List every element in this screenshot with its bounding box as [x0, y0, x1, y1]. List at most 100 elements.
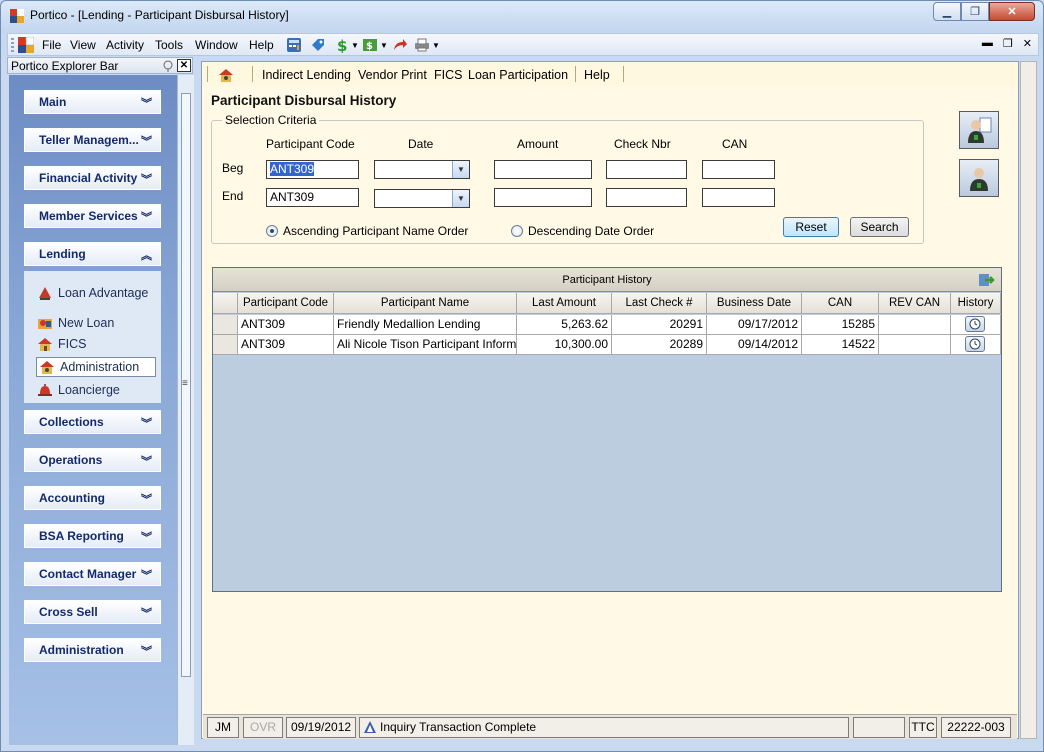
minimize-button[interactable]: ▁ — [933, 2, 961, 21]
export-icon[interactable] — [977, 271, 995, 289]
menu-activity[interactable]: Activity — [106, 38, 144, 52]
pin-icon[interactable] — [162, 60, 174, 72]
column-header-participant-name[interactable]: Participant Name — [334, 293, 517, 314]
menu-help[interactable]: Help — [249, 38, 274, 52]
column-header-last-amount[interactable]: Last Amount — [517, 293, 612, 314]
menu-window[interactable]: Window — [195, 38, 238, 52]
cell-last-check[interactable]: 20291 — [612, 315, 707, 335]
row-selector[interactable] — [213, 335, 238, 355]
beg-can-input[interactable] — [702, 160, 775, 179]
end-can-input[interactable] — [702, 188, 775, 207]
participant-detail-button[interactable] — [959, 111, 999, 149]
beg-participant-code-input[interactable]: ANT309 — [266, 160, 359, 179]
menu-file[interactable]: File — [42, 38, 61, 52]
close-button[interactable]: ✕ — [989, 2, 1035, 21]
calculator-icon[interactable] — [286, 37, 302, 53]
category-cross-sell[interactable]: Cross Sell ︾ — [24, 600, 161, 624]
participant-button[interactable] — [959, 159, 999, 197]
cell-participant-code[interactable]: ANT309 — [238, 335, 334, 355]
cell-participant-name[interactable]: Ali Nicole Tison Participant Inform — [334, 335, 517, 355]
restore-button[interactable]: ❐ — [961, 2, 989, 21]
category-main[interactable]: Main ︾ — [24, 90, 161, 114]
beg-date-select[interactable]: ▼ — [374, 160, 470, 179]
mdi-close-button[interactable]: ✕ — [1023, 37, 1032, 50]
redo-arrow-icon[interactable] — [392, 37, 408, 53]
nav-fics[interactable]: FICS — [37, 334, 86, 354]
toolbar-help[interactable]: Help — [584, 68, 610, 82]
cell-participant-name[interactable]: Friendly Medallion Lending — [334, 315, 517, 335]
mdi-minimize-button[interactable]: ▬ — [982, 37, 993, 50]
explorer-close-button[interactable]: ✕ — [177, 59, 191, 72]
content-scrollbar[interactable] — [1020, 61, 1037, 739]
cell-rev-can[interactable] — [879, 315, 951, 335]
chevron-down-icon[interactable]: ▼ — [452, 190, 469, 207]
category-administration[interactable]: Administration ︾ — [24, 638, 161, 662]
mdi-restore-button[interactable]: ❐ — [1003, 37, 1013, 50]
nav-new-loan[interactable]: New Loan — [37, 313, 114, 333]
column-header-rev-can[interactable]: REV CAN — [879, 293, 951, 314]
label-check-nbr: Check Nbr — [614, 137, 671, 151]
history-button[interactable] — [965, 316, 985, 332]
end-participant-code-input[interactable]: ANT309 — [266, 188, 359, 207]
nav-loan-advantage[interactable]: Loan Advantage — [37, 283, 148, 303]
row-selector[interactable] — [213, 315, 238, 335]
category-operations[interactable]: Operations ︾ — [24, 448, 161, 472]
column-header-participant-code[interactable]: Participant Code — [238, 293, 334, 314]
beg-check-nbr-input[interactable] — [606, 160, 687, 179]
end-date-select[interactable]: ▼ — [374, 189, 470, 208]
history-button[interactable] — [965, 336, 985, 352]
row-selector-header[interactable] — [213, 293, 238, 314]
lending-home-icon[interactable] — [218, 67, 234, 83]
column-header-last-check[interactable]: Last Check # — [612, 293, 707, 314]
column-header-business-date[interactable]: Business Date — [707, 293, 802, 314]
cell-business-date[interactable]: 09/14/2012 — [707, 335, 802, 355]
cell-can[interactable]: 15285 — [802, 315, 879, 335]
toolbar-fics[interactable]: FICS — [434, 68, 462, 82]
chevron-down-icon[interactable]: ▼ — [452, 161, 469, 178]
dollar-dropdown-icon[interactable]: ▼ — [351, 41, 359, 50]
cell-rev-can[interactable] — [879, 335, 951, 355]
portico-menu-icon[interactable] — [18, 37, 34, 53]
cell-participant-code[interactable]: ANT309 — [238, 315, 334, 335]
toolbar-indirect-lending[interactable]: Indirect Lending — [262, 68, 351, 82]
money-icon[interactable]: $ — [362, 37, 378, 53]
printer-dropdown-icon[interactable]: ▼ — [432, 41, 440, 50]
end-check-nbr-input[interactable] — [606, 188, 687, 207]
category-teller-management[interactable]: Teller Managem... ︾ — [24, 128, 161, 152]
search-button[interactable]: Search — [850, 217, 909, 237]
category-financial-activity[interactable]: Financial Activity ︾ — [24, 166, 161, 190]
explorer-splitter[interactable]: ≡ — [177, 75, 194, 745]
menu-grip[interactable] — [11, 38, 14, 52]
menu-view[interactable]: View — [70, 38, 96, 52]
ascending-order-radio[interactable]: Ascending Participant Name Order — [266, 224, 468, 238]
end-amount-input[interactable] — [494, 188, 592, 207]
beg-amount-input[interactable] — [494, 160, 592, 179]
category-collections[interactable]: Collections ︾ — [24, 410, 161, 434]
menu-tools[interactable]: Tools — [155, 38, 183, 52]
category-lending[interactable]: Lending ︽ — [24, 242, 161, 266]
category-accounting[interactable]: Accounting ︾ — [24, 486, 161, 510]
category-member-services[interactable]: Member Services ︾ — [24, 204, 161, 228]
dollar-icon[interactable]: $ — [334, 37, 350, 53]
category-contact-manager[interactable]: Contact Manager ︾ — [24, 562, 161, 586]
nav-loancierge[interactable]: Loancierge — [37, 380, 120, 400]
category-bsa-reporting[interactable]: BSA Reporting ︾ — [24, 524, 161, 548]
cell-last-amount[interactable]: 10,300.00 — [517, 335, 612, 355]
column-header-can[interactable]: CAN — [802, 293, 879, 314]
nav-administration[interactable]: Administration — [36, 357, 156, 377]
cell-business-date[interactable]: 09/17/2012 — [707, 315, 802, 335]
descending-order-radio[interactable]: Descending Date Order — [511, 224, 654, 238]
tag-icon[interactable] — [310, 37, 326, 53]
toolbar-vendor-print[interactable]: Vendor Print — [358, 68, 427, 82]
money-dropdown-icon[interactable]: ▼ — [380, 41, 388, 50]
category-label: Accounting — [39, 491, 105, 505]
printer-icon[interactable] — [414, 37, 430, 53]
reset-button[interactable]: Reset — [783, 217, 839, 237]
cell-last-check[interactable]: 20289 — [612, 335, 707, 355]
splitter-grip-icon[interactable]: ≡ — [182, 378, 188, 389]
toolbar-loan-participation[interactable]: Loan Participation — [468, 68, 568, 82]
cell-can[interactable]: 14522 — [802, 335, 879, 355]
cell-last-amount[interactable]: 5,263.62 — [517, 315, 612, 335]
column-header-history[interactable]: History — [951, 293, 1001, 314]
toolbar-grip[interactable] — [207, 66, 208, 82]
